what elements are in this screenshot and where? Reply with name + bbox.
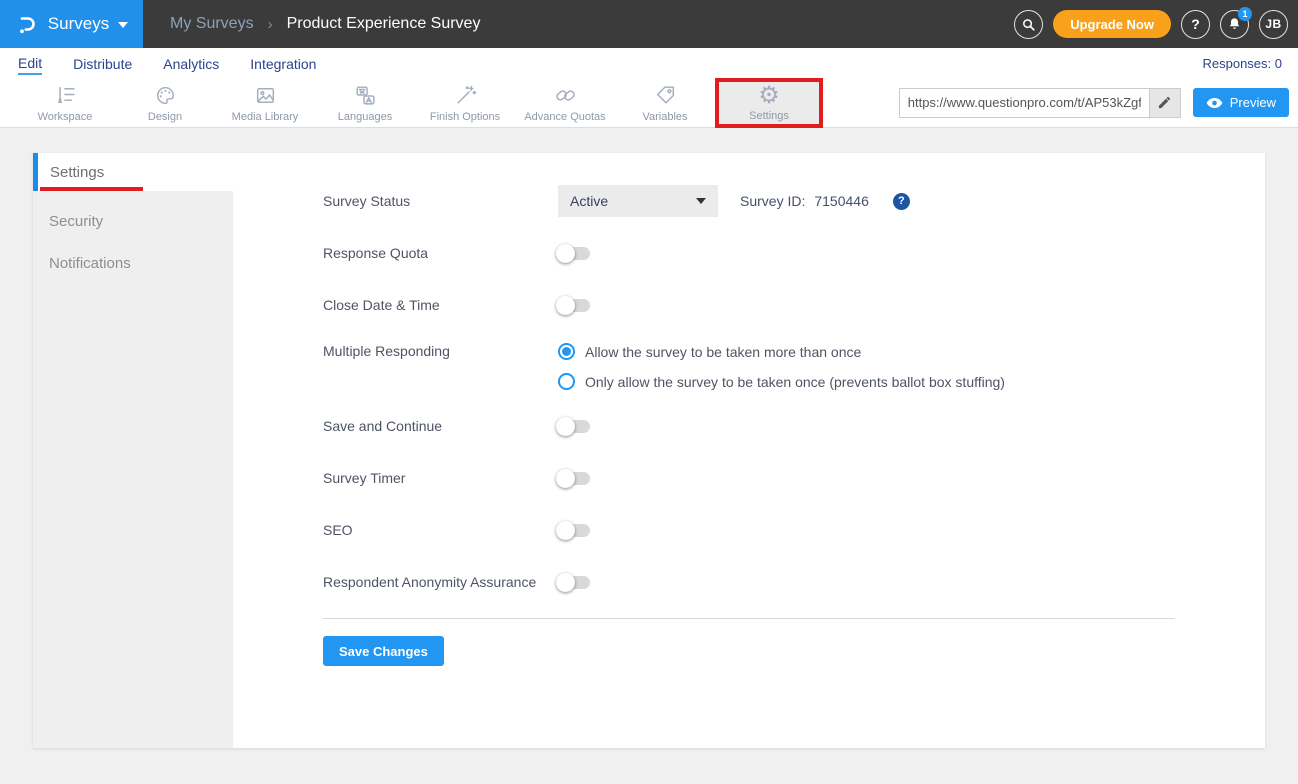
breadcrumb-my-surveys[interactable]: My Surveys [170,15,254,33]
save-changes-button[interactable]: Save Changes [323,636,444,666]
save-continue-toggle[interactable] [558,420,590,433]
survey-timer-toggle[interactable] [558,472,590,485]
breadcrumb: My Surveys › Product Experience Survey [170,15,480,33]
toolbar-settings[interactable]: ⚙ Settings [715,78,823,128]
search-button[interactable] [1014,10,1043,39]
tab-distribute[interactable]: Distribute [73,53,132,74]
toolbar-advance-quotas[interactable]: Advance Quotas [515,78,615,128]
multiple-responding-label: Multiple Responding [323,341,558,359]
notification-badge: 1 [1238,7,1252,21]
survey-status-value: Active [570,193,608,209]
page-title: Product Experience Survey [287,15,481,33]
survey-status-select[interactable]: Active [558,185,718,217]
toggle-knob [556,521,575,540]
survey-timer-label: Survey Timer [323,470,558,486]
radio-allow-multiple[interactable]: Allow the survey to be taken more than o… [558,343,1005,360]
seo-toggle[interactable] [558,524,590,537]
topbar-actions: Upgrade Now ? 1 JB [1014,10,1298,39]
response-quota-row: Response Quota [323,237,1175,269]
survey-nav: Edit Distribute Analytics Integration Re… [0,48,1298,78]
sidebar-item-settings[interactable]: Settings [33,153,233,191]
sidebar-item-notifications[interactable]: Notifications [33,243,233,285]
tab-edit[interactable]: Edit [18,52,42,75]
survey-id-value: 7150446 [814,193,869,209]
survey-status-row: Survey Status Active Survey ID: 7150446 … [323,185,1175,217]
seo-label: SEO [323,522,558,538]
sidebar-rest: Security Notifications [33,191,233,748]
multiple-responding-options: Allow the survey to be taken more than o… [558,341,1005,390]
chevron-down-icon [118,22,128,28]
seo-row: SEO [323,514,1175,546]
help-button[interactable]: ? [1181,10,1210,39]
variables-icon [653,83,678,108]
anonymity-label: Respondent Anonymity Assurance [323,574,558,590]
top-bar: Surveys My Surveys › Product Experience … [0,0,1298,48]
radio-allow-once[interactable]: Only allow the survey to be taken once (… [558,373,1005,390]
tab-integration[interactable]: Integration [250,53,316,74]
survey-timer-row: Survey Timer [323,462,1175,494]
notifications-button[interactable]: 1 [1220,10,1249,39]
page-background: Settings Security Notifications Survey S… [0,128,1298,784]
eye-icon [1206,97,1223,109]
tab-analytics[interactable]: Analytics [163,53,219,74]
finish-options-icon [453,83,478,108]
advance-quotas-icon [553,83,578,108]
settings-content: Survey Status Active Survey ID: 7150446 … [233,153,1265,748]
toggle-knob [556,469,575,488]
avatar-initials: JB [1265,17,1281,31]
survey-url-group [899,88,1181,118]
radio-selected-icon [558,343,575,360]
radio-allow-once-label: Only allow the survey to be taken once (… [585,374,1005,390]
toolbar-languages[interactable]: Languages [315,78,415,128]
toolbar-finish-options[interactable]: Finish Options [415,78,515,128]
settings-icon: ⚙ [758,83,780,107]
survey-id-help-icon[interactable]: ? [893,193,910,210]
multiple-responding-row: Multiple Responding Allow the survey to … [323,341,1175,390]
radio-allow-multiple-label: Allow the survey to be taken more than o… [585,344,861,360]
toolbar-design[interactable]: Design [115,78,215,128]
search-icon [1021,17,1036,32]
toggle-knob [556,573,575,592]
survey-url-input[interactable] [899,88,1149,118]
breadcrumb-separator: › [268,16,273,33]
avatar[interactable]: JB [1259,10,1288,39]
questionpro-logo-icon [15,12,39,36]
product-name: Surveys [48,14,109,34]
preview-label: Preview [1230,95,1276,110]
toolbar-media-library[interactable]: Media Library [215,78,315,128]
media-library-icon [253,83,278,108]
radio-unselected-icon [558,373,575,390]
settings-sidebar: Settings Security Notifications [33,153,233,748]
preview-button[interactable]: Preview [1193,88,1289,117]
toggle-knob [556,244,575,263]
content-divider [323,618,1175,619]
sidebar-item-security[interactable]: Security [33,201,233,243]
toolbar-variables[interactable]: Variables [615,78,715,128]
settings-panel: Settings Security Notifications Survey S… [33,153,1265,748]
anonymity-row: Respondent Anonymity Assurance [323,566,1175,598]
anonymity-toggle[interactable] [558,576,590,589]
workspace-icon [53,83,78,108]
close-date-label: Close Date & Time [323,297,558,313]
design-icon [153,83,178,108]
close-date-row: Close Date & Time [323,289,1175,321]
languages-icon [353,83,378,108]
toolbar-workspace[interactable]: Workspace [15,78,115,128]
save-continue-label: Save and Continue [323,418,558,434]
edit-toolbar: Workspace Design Media Library Languages [0,78,1298,128]
upgrade-now-button[interactable]: Upgrade Now [1053,10,1171,38]
toggle-knob [556,296,575,315]
toggle-knob [556,417,575,436]
chevron-down-icon [696,198,706,204]
save-continue-row: Save and Continue [323,410,1175,442]
response-quota-label: Response Quota [323,245,558,261]
app-switcher[interactable]: Surveys [0,0,143,48]
close-date-toggle[interactable] [558,299,590,312]
survey-status-label: Survey Status [323,193,558,209]
responses-count: Responses: 0 [1203,56,1283,71]
edit-url-button[interactable] [1149,88,1181,118]
response-quota-toggle[interactable] [558,247,590,260]
pencil-icon [1157,95,1172,110]
survey-id-label: Survey ID: [740,193,805,209]
